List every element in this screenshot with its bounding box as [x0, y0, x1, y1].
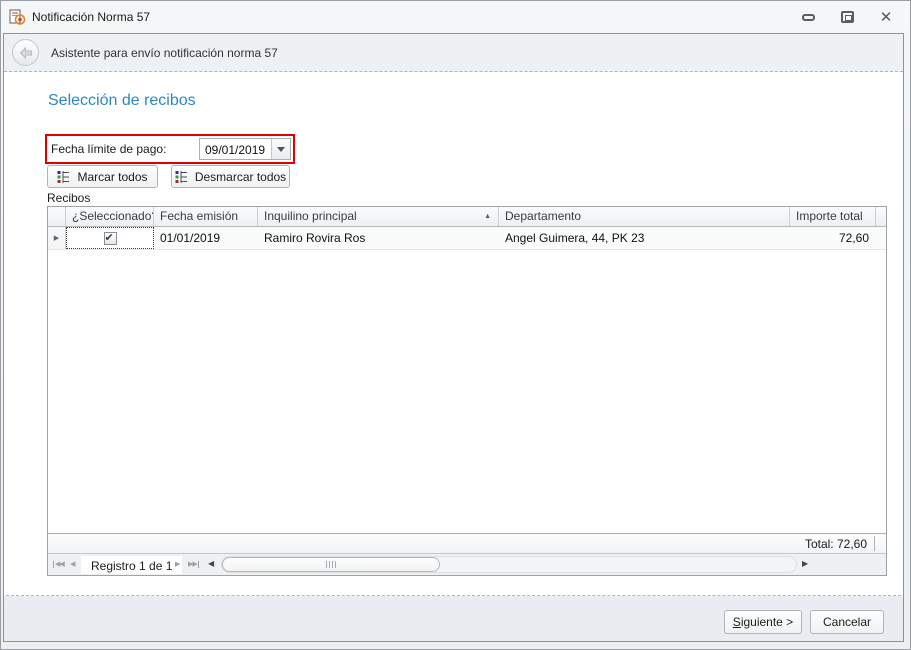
titlebar[interactable]: Notificación Norma 57 ✕	[1, 1, 910, 33]
date-filter-highlight: Fecha límite de pago: 09/01/2019	[45, 134, 295, 164]
app-icon	[9, 9, 26, 25]
checkmark-icon: ✔	[104, 230, 114, 244]
total-label: Total: 72,60	[804, 536, 867, 551]
horizontal-scrollbar[interactable]	[221, 556, 797, 573]
column-header-fecha-emision[interactable]: Fecha emisión	[154, 207, 258, 226]
date-combobox[interactable]: 09/01/2019	[199, 138, 291, 160]
mark-all-button[interactable]: Marcar todos	[47, 165, 158, 188]
column-header-inquilino-principal[interactable]: Inquilino principal ▲	[258, 207, 499, 226]
last-record-button[interactable]: ▶▶	[188, 561, 199, 568]
grid-navigator-row: ◀◀ ◀ Registro 1 de 1 ▶ ▶▶ ◀ ▶	[48, 553, 886, 575]
date-dropdown-button[interactable]	[271, 139, 290, 159]
close-button[interactable]: ✕	[878, 9, 894, 25]
grid-header-row: ¿Seleccionado? Fecha emisión Inquilino p…	[48, 207, 886, 227]
section-title: Selección de recibos	[48, 92, 196, 109]
departamento-cell[interactable]: Angel Guimera, 44, PK 23	[499, 227, 790, 249]
next-button-label: iguiente >	[740, 615, 794, 629]
row-spacer-cell	[876, 227, 886, 249]
importe-cell[interactable]: 72,60	[790, 227, 876, 249]
client-area: Asistente para envío notificación norma …	[3, 33, 904, 642]
recibos-grid: ¿Seleccionado? Fecha emisión Inquilino p…	[47, 206, 887, 576]
minimize-icon	[801, 13, 815, 21]
date-combobox-value[interactable]: 09/01/2019	[200, 139, 271, 159]
chevron-down-icon	[277, 146, 285, 152]
next-button[interactable]: Siguiente >	[724, 610, 802, 634]
scrollbar-thumb[interactable]	[222, 557, 440, 572]
minimize-button[interactable]	[800, 9, 816, 25]
seleccionado-cell[interactable]: ✔	[66, 227, 154, 249]
grid-empty-area	[48, 250, 886, 533]
back-arrow-icon	[19, 46, 32, 59]
checklist-icon	[57, 171, 70, 183]
cancel-button-label: Cancelar	[822, 615, 872, 629]
first-record-button[interactable]: ◀◀	[53, 561, 65, 568]
previous-record-button[interactable]: ◀	[70, 561, 75, 568]
next-record-button[interactable]: ▶	[175, 561, 180, 568]
scroll-left-button[interactable]: ◀	[208, 560, 214, 568]
wizard-header: Asistente para envío notificación norma …	[4, 34, 903, 72]
sort-ascending-icon: ▲	[484, 213, 491, 220]
record-counter: Registro 1 de 1	[81, 556, 183, 574]
date-filter-label: Fecha límite de pago:	[51, 142, 167, 156]
column-header-departamento[interactable]: Departamento	[499, 207, 790, 226]
inquilino-cell[interactable]: Ramiro Rovira Ros	[258, 227, 499, 249]
row-indicator-icon: ▶	[53, 235, 60, 242]
maximize-button[interactable]	[839, 9, 855, 25]
grid-caption: Recibos	[47, 191, 91, 205]
header-spacer-cell	[876, 207, 886, 226]
column-header-label: Inquilino principal	[264, 209, 357, 223]
checkbox[interactable]: ✔	[103, 230, 117, 245]
column-header-seleccionado[interactable]: ¿Seleccionado?	[66, 207, 154, 226]
column-header-importe-total[interactable]: Importe total	[790, 207, 876, 226]
scroll-right-button[interactable]: ▶	[802, 560, 808, 568]
footer-bar: Siguiente > Cancelar	[4, 596, 903, 641]
next-button-accesskey: S	[732, 615, 741, 629]
fecha-emision-cell[interactable]: 01/01/2019	[154, 227, 258, 249]
window-title: Notificación Norma 57	[32, 10, 151, 24]
dialog-window: Notificación Norma 57 ✕ Asistente para e…	[0, 0, 911, 650]
summary-spacer	[874, 536, 886, 551]
row-indicator-cell: ▶	[48, 227, 66, 249]
grid-summary-row: Total: 72,60	[48, 533, 886, 553]
mark-all-label: Marcar todos	[77, 169, 148, 184]
maximize-icon	[840, 11, 854, 23]
table-row[interactable]: ▶ ✔ 01/01/2019 Ramiro Rovira Ros Angel G…	[48, 227, 886, 250]
wizard-title: Asistente para envío notificación norma …	[51, 46, 278, 60]
checklist-icon	[175, 171, 187, 183]
cancel-button[interactable]: Cancelar	[810, 610, 884, 634]
back-button[interactable]	[12, 39, 39, 66]
unmark-all-label: Desmarcar todos	[194, 169, 287, 184]
header-indicator-cell	[48, 207, 66, 226]
unmark-all-button[interactable]: Desmarcar todos	[171, 165, 290, 188]
close-icon: ✕	[879, 7, 893, 26]
